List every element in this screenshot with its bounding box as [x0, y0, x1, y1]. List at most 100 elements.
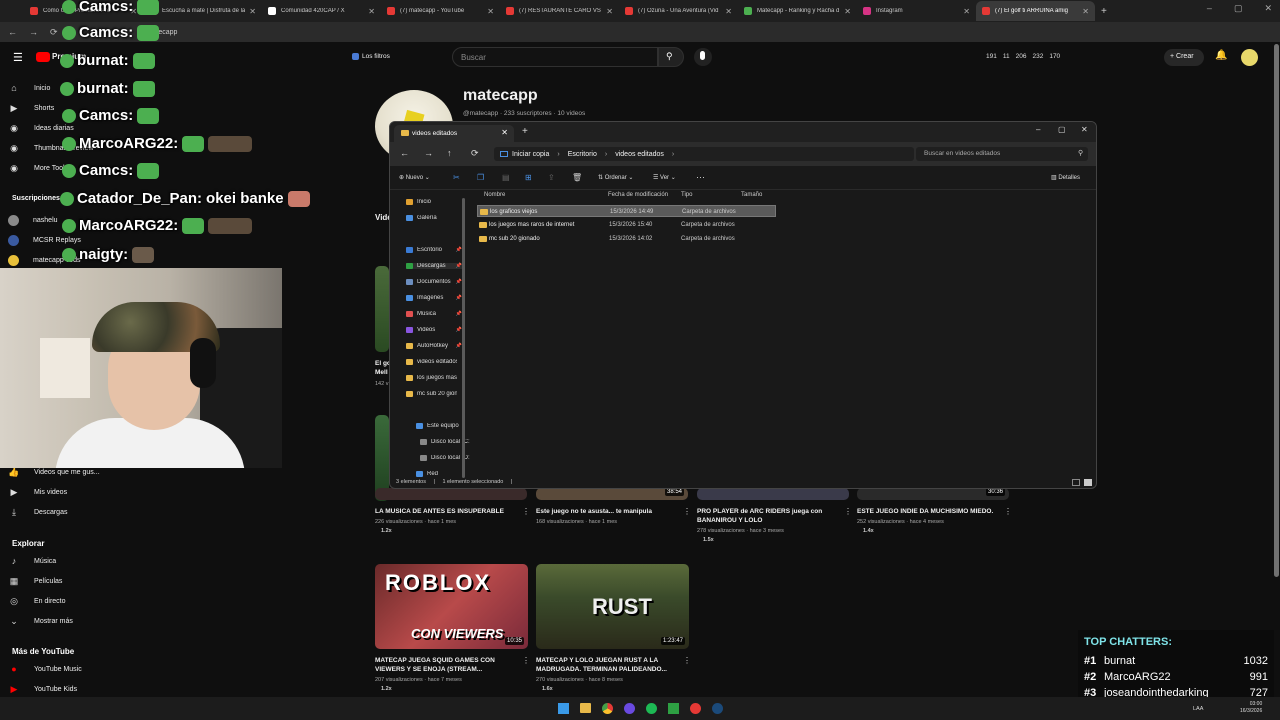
reload-icon[interactable]: ⟳	[50, 27, 58, 38]
nav-item[interactable]: Descargas 📌	[406, 263, 462, 269]
tiles-view-icon[interactable]	[1084, 479, 1092, 486]
sidebar-item[interactable]: ▦ Películas	[8, 576, 63, 587]
nav-item[interactable]: los juegos mas r	[406, 375, 462, 381]
browser-tab[interactable]: Matecapp - Ranking y Racha d ✕	[738, 1, 857, 21]
breadcrumb-item[interactable]: Escritorio	[568, 151, 597, 158]
view-button[interactable]: ☰ Ver ⌄	[653, 174, 676, 181]
nav-item[interactable]: Imágenes 📌	[406, 295, 462, 301]
close-tab-icon[interactable]: ✕	[368, 7, 375, 16]
close-tab-icon[interactable]: ✕	[1082, 7, 1089, 16]
browser-tab[interactable]: Instagram ✕	[857, 1, 976, 21]
nav-item[interactable]: Inicio	[406, 199, 462, 205]
maximize-button[interactable]: ▢	[1234, 3, 1243, 14]
page-scrollbar[interactable]	[1274, 44, 1279, 577]
video-thumbnail[interactable]: 38:54	[536, 488, 688, 500]
steam-taskbar-icon[interactable]	[712, 703, 723, 714]
close-tab-icon[interactable]: ✕	[606, 7, 613, 16]
column-header-date[interactable]: Fecha de modificación	[608, 192, 668, 198]
app-taskbar-icon[interactable]	[690, 703, 701, 714]
explorer-tab[interactable]: videos editados ✕	[394, 125, 514, 142]
sidebar-item[interactable]: ⌂ Inicio	[8, 83, 50, 93]
new-tab-button[interactable]: +	[1101, 6, 1107, 17]
clock[interactable]: 03:00 16/3/2026	[1240, 701, 1262, 715]
sidebar-item[interactable]: ▶ Shorts	[8, 103, 55, 114]
maximize-icon[interactable]: ▢	[1058, 125, 1066, 134]
share-icon[interactable]: ⇪	[548, 173, 555, 182]
create-button[interactable]: + Crear	[1164, 49, 1204, 66]
delete-icon[interactable]: 🗑	[572, 173, 582, 182]
video-thumbnail[interactable]: 30:36	[857, 488, 1009, 500]
close-tab-icon[interactable]: ✕	[725, 7, 732, 16]
video-options-icon[interactable]: ⋮	[844, 507, 852, 516]
sidebar-item[interactable]: ◉ More Tools	[8, 163, 68, 174]
video-options-icon[interactable]: ⋮	[522, 507, 530, 516]
close-icon[interactable]: ✕	[1081, 125, 1088, 134]
video-title[interactable]: PRO PLAYER de ARC RIDERS juega con BANAN…	[697, 507, 837, 525]
sidebar-item[interactable]: ⤓ Descargas	[8, 507, 67, 518]
rename-icon[interactable]: ⊞	[525, 173, 532, 182]
nav-item[interactable]: Documentos 📌	[406, 279, 462, 285]
file-row[interactable]: los graficos viejos 15/3/2026 14:49 Carpet…	[477, 205, 776, 217]
video-thumbnail[interactable]: RUST 1:23:47	[536, 564, 689, 649]
close-tab-icon[interactable]: ✕	[963, 7, 970, 16]
youtube-logo-icon[interactable]	[36, 52, 50, 62]
video-options-icon[interactable]: ⋮	[683, 507, 691, 516]
nav-item[interactable]: AutoHotkey 📌	[406, 343, 462, 349]
sidebar-item[interactable]: ▶ YouTube Kids	[8, 684, 78, 695]
video-title[interactable]: MATECAP Y LOLO JUEGAN RUST A LA MADRUGAD…	[536, 656, 676, 674]
forward-icon[interactable]: →	[424, 148, 433, 158]
video-title[interactable]: Este juego no te asusta... te manipula	[536, 507, 676, 516]
sidebar-item[interactable]: ● YouTube Music	[8, 664, 81, 674]
minimize-icon[interactable]: –	[1036, 125, 1040, 134]
video-options-icon[interactable]: ⋮	[1004, 507, 1012, 516]
close-window-button[interactable]: ✕	[1264, 3, 1272, 14]
video-title[interactable]: ESTE JUEGO INDIE DA MUCHISIMO MIEDO.	[857, 507, 997, 516]
video-thumbnail[interactable]	[375, 488, 527, 500]
subscription-item[interactable]: nashelu	[8, 215, 58, 226]
spotify-taskbar-icon[interactable]	[646, 703, 657, 714]
browser-tab[interactable]: (7) matecapp - YouTube ✕	[381, 1, 500, 21]
breadcrumb-item[interactable]: videos editados	[615, 151, 664, 158]
nav-item[interactable]: mc sub 20 gionc	[406, 391, 462, 397]
chrome-taskbar-icon[interactable]	[602, 703, 613, 714]
video-options-icon[interactable]: ⋮	[683, 656, 691, 665]
minimize-button[interactable]: –	[1207, 3, 1212, 14]
start-icon[interactable]	[558, 703, 569, 714]
nav-item[interactable]: Música 📌	[406, 311, 462, 317]
video-thumbnail-partial[interactable]	[375, 266, 389, 352]
file-explorer-taskbar-icon[interactable]	[580, 703, 591, 713]
more-options-icon[interactable]: ···	[696, 172, 705, 182]
up-icon[interactable]: ↑	[447, 148, 452, 158]
column-header-name[interactable]: Nombre	[484, 192, 505, 198]
close-tab-icon[interactable]: ✕	[249, 7, 256, 16]
browser-tab[interactable]: (7) RESTAURANTE CARO VS BA ✕	[500, 1, 619, 21]
close-tab-icon[interactable]: ✕	[844, 7, 851, 16]
language-indicator[interactable]: LAA	[1193, 706, 1203, 712]
file-row[interactable]: los juegos mas raros de internet 15/3/202…	[477, 219, 776, 231]
sidebar-item[interactable]: ▶ Mis videos	[8, 487, 68, 498]
sort-button[interactable]: ⇅ Ordenar ⌄	[598, 174, 633, 181]
copy-icon[interactable]: ❐	[477, 173, 484, 182]
details-button[interactable]: ▥ Detalles	[1051, 174, 1080, 181]
nav-item[interactable]: Disco local (D:	[420, 455, 476, 461]
video-title[interactable]: MATECAP JUEGA SQUID GAMES CON VIEWERS Y …	[375, 656, 515, 674]
back-icon[interactable]: ←	[8, 27, 17, 37]
search-input[interactable]: Buscar	[452, 47, 658, 67]
sidebar-item[interactable]: ◎ En directo	[8, 596, 65, 607]
column-header-size[interactable]: Tamaño	[741, 192, 762, 198]
nav-item[interactable]: Escritorio 📌	[406, 247, 462, 253]
nav-pane-scrollbar[interactable]	[462, 198, 465, 478]
nav-item[interactable]: Videos 📌	[406, 327, 462, 333]
nav-item[interactable]: Disco local (C:	[420, 439, 476, 445]
browser-tab[interactable]: (7) Ozuna - Una Aventura (Vid ✕	[619, 1, 738, 21]
breadcrumb[interactable]: Iniciar copia › Escritorio › videos edit…	[494, 147, 914, 161]
column-header-type[interactable]: Tipo	[681, 192, 692, 198]
browser-tab[interactable]: Comunidad 420CAP / X ✕	[262, 1, 381, 21]
video-options-icon[interactable]: ⋮	[522, 656, 530, 665]
sidebar-item[interactable]: ⌄ Mostrar más	[8, 616, 73, 627]
avatar[interactable]	[1241, 49, 1258, 66]
browser-tab[interactable]: (7) El golf ti ARRUINA amig ✕	[976, 1, 1095, 21]
breadcrumb-item[interactable]: Iniciar copia	[512, 151, 549, 158]
nav-item[interactable]: Galería	[406, 215, 462, 221]
video-thumbnail[interactable]: ROBLOX CON VIEWERS 10:35	[375, 564, 528, 649]
